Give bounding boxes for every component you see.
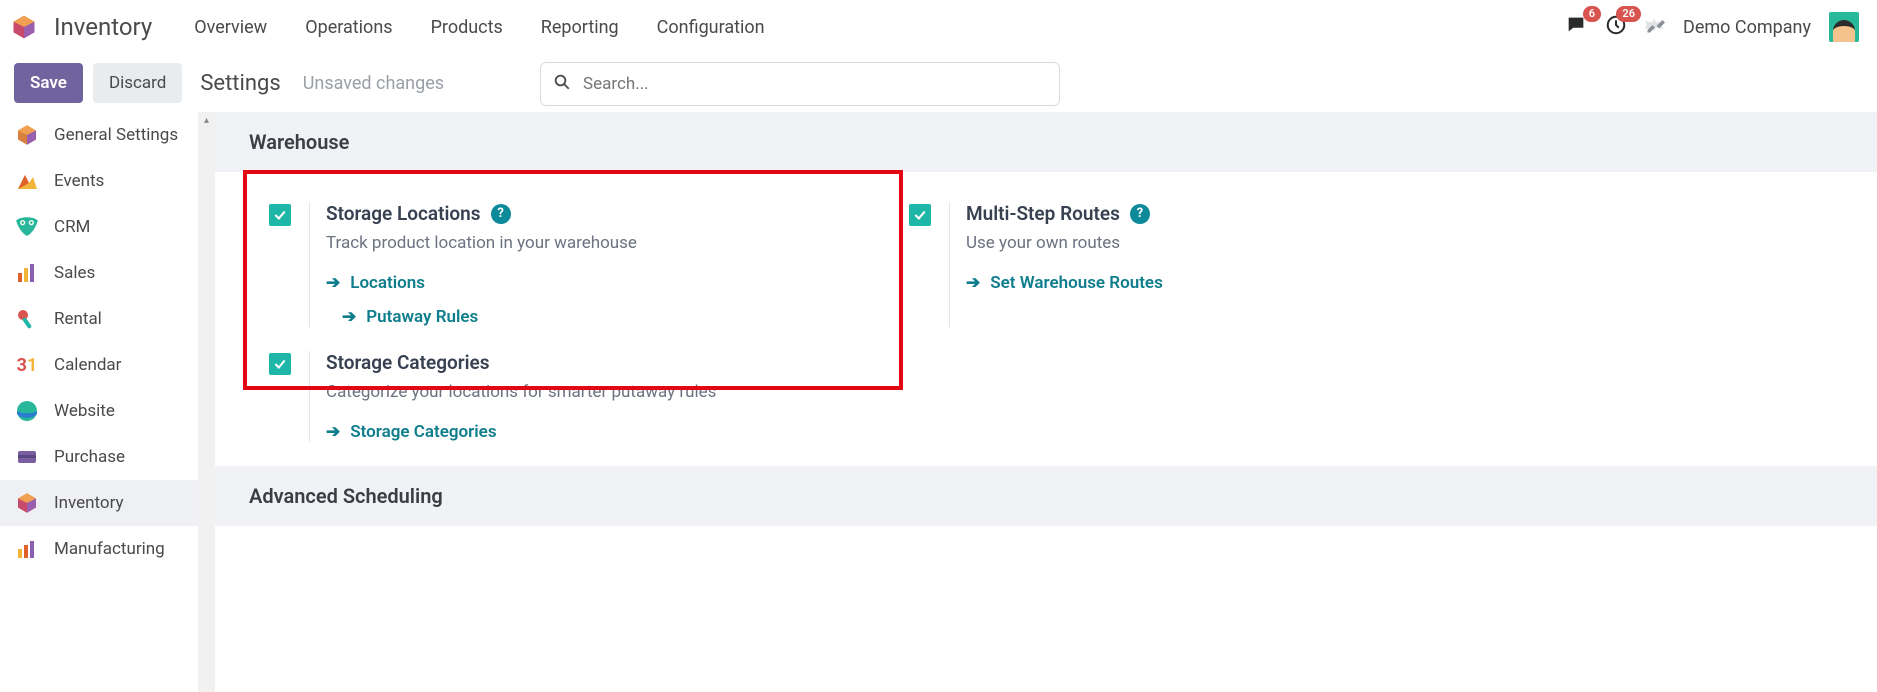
arrow-right-icon: ➔: [966, 273, 980, 293]
company-selector[interactable]: Demo Company: [1683, 17, 1811, 38]
link-locations[interactable]: ➔Locations: [326, 273, 637, 293]
sidebar-item-manufacturing[interactable]: Manufacturing: [0, 526, 198, 572]
sidebar-item-events[interactable]: Events: [0, 158, 198, 204]
app-logo-icon[interactable]: [10, 13, 38, 41]
checkbox-multi-step-routes[interactable]: [909, 204, 931, 226]
sidebar-item-crm[interactable]: CRM: [0, 204, 198, 250]
setting-storage-categories: Storage Categories Categorize your locat…: [269, 351, 789, 442]
help-icon[interactable]: ?: [491, 204, 511, 224]
sidebar-item-calendar[interactable]: 31 Calendar: [0, 342, 198, 388]
sidebar-item-label: Events: [54, 171, 104, 191]
search-input[interactable]: [581, 73, 1047, 95]
section-advanced-title: Advanced Scheduling: [215, 466, 1877, 526]
sidebar-item-inventory[interactable]: Inventory: [0, 480, 198, 526]
sidebar-item-label: Website: [54, 401, 115, 421]
sidebar-item-label: Inventory: [54, 493, 124, 513]
rental-icon: [14, 306, 40, 332]
breadcrumb: Settings: [200, 71, 280, 96]
unsaved-status: Unsaved changes: [303, 73, 444, 94]
nav-reporting[interactable]: Reporting: [527, 11, 633, 44]
sidebar-item-label: Manufacturing: [54, 539, 165, 559]
activities-icon[interactable]: 26: [1605, 14, 1627, 40]
sidebar-scrollbar[interactable]: ▴: [198, 112, 215, 692]
sidebar-item-general-settings[interactable]: General Settings: [0, 112, 198, 158]
arrow-right-icon: ➔: [342, 307, 356, 327]
calendar-icon: 31: [14, 352, 40, 378]
nav-configuration[interactable]: Configuration: [643, 11, 779, 44]
link-putaway-rules[interactable]: ➔Putaway Rules: [326, 307, 637, 327]
search-icon: [553, 73, 571, 95]
save-button[interactable]: Save: [14, 63, 83, 103]
setting-title-label: Storage Locations: [326, 202, 481, 225]
inventory-icon: [14, 490, 40, 516]
setting-desc: Track product location in your warehouse: [326, 233, 637, 253]
setting-desc: Categorize your locations for smarter pu…: [326, 382, 716, 402]
events-icon: [14, 168, 40, 194]
help-icon[interactable]: ?: [1130, 204, 1150, 224]
sidebar-item-label: CRM: [54, 217, 90, 237]
sidebar-item-purchase[interactable]: Purchase: [0, 434, 198, 480]
setting-multi-step-routes: Multi-Step Routes ? Use your own routes …: [909, 202, 1429, 327]
crm-icon: [14, 214, 40, 240]
debug-tools-icon[interactable]: [1645, 15, 1665, 39]
purchase-icon: [14, 444, 40, 470]
control-bar: Save Discard Settings Unsaved changes: [0, 54, 1877, 112]
sidebar-item-rental[interactable]: Rental: [0, 296, 198, 342]
scroll-up-icon[interactable]: ▴: [198, 112, 215, 129]
activities-badge: 26: [1616, 6, 1641, 22]
link-storage-categories[interactable]: ➔Storage Categories: [326, 422, 716, 442]
general-settings-icon: [14, 122, 40, 148]
manufacturing-icon: [14, 536, 40, 562]
section-warehouse-title: Warehouse: [215, 112, 1877, 172]
settings-sidebar: General Settings Events CRM Sales Rental…: [0, 112, 215, 692]
messages-badge: 6: [1583, 6, 1601, 22]
checkbox-storage-locations[interactable]: [269, 204, 291, 226]
link-set-warehouse-routes[interactable]: ➔Set Warehouse Routes: [966, 273, 1163, 293]
sidebar-item-sales[interactable]: Sales: [0, 250, 198, 296]
arrow-right-icon: ➔: [326, 273, 340, 293]
nav-overview[interactable]: Overview: [180, 11, 281, 44]
settings-content: Warehouse Storage Locations ? Track prod…: [215, 112, 1877, 566]
sidebar-item-label: Rental: [54, 309, 102, 329]
arrow-right-icon: ➔: [326, 422, 340, 442]
top-right-icons: 6 26 Demo Company: [1565, 12, 1867, 42]
search-box[interactable]: [540, 62, 1060, 106]
sidebar-item-label: Purchase: [54, 447, 125, 467]
setting-desc: Use your own routes: [966, 233, 1163, 253]
setting-storage-locations: Storage Locations ? Track product locati…: [269, 202, 789, 327]
sidebar-item-label: General Settings: [54, 125, 178, 145]
sales-icon: [14, 260, 40, 286]
discard-button[interactable]: Discard: [93, 63, 182, 103]
setting-title-label: Storage Categories: [326, 351, 490, 374]
website-icon: [14, 398, 40, 424]
user-avatar[interactable]: [1829, 12, 1859, 42]
setting-title-label: Multi-Step Routes: [966, 202, 1120, 225]
checkbox-storage-categories[interactable]: [269, 353, 291, 375]
nav-operations[interactable]: Operations: [291, 11, 406, 44]
top-nav: Inventory Overview Operations Products R…: [0, 0, 1877, 54]
app-title[interactable]: Inventory: [54, 13, 152, 41]
nav-products[interactable]: Products: [417, 11, 517, 44]
sidebar-item-label: Sales: [54, 263, 95, 283]
sidebar-item-label: Calendar: [54, 355, 121, 375]
sidebar-item-website[interactable]: Website: [0, 388, 198, 434]
messages-icon[interactable]: 6: [1565, 14, 1587, 40]
